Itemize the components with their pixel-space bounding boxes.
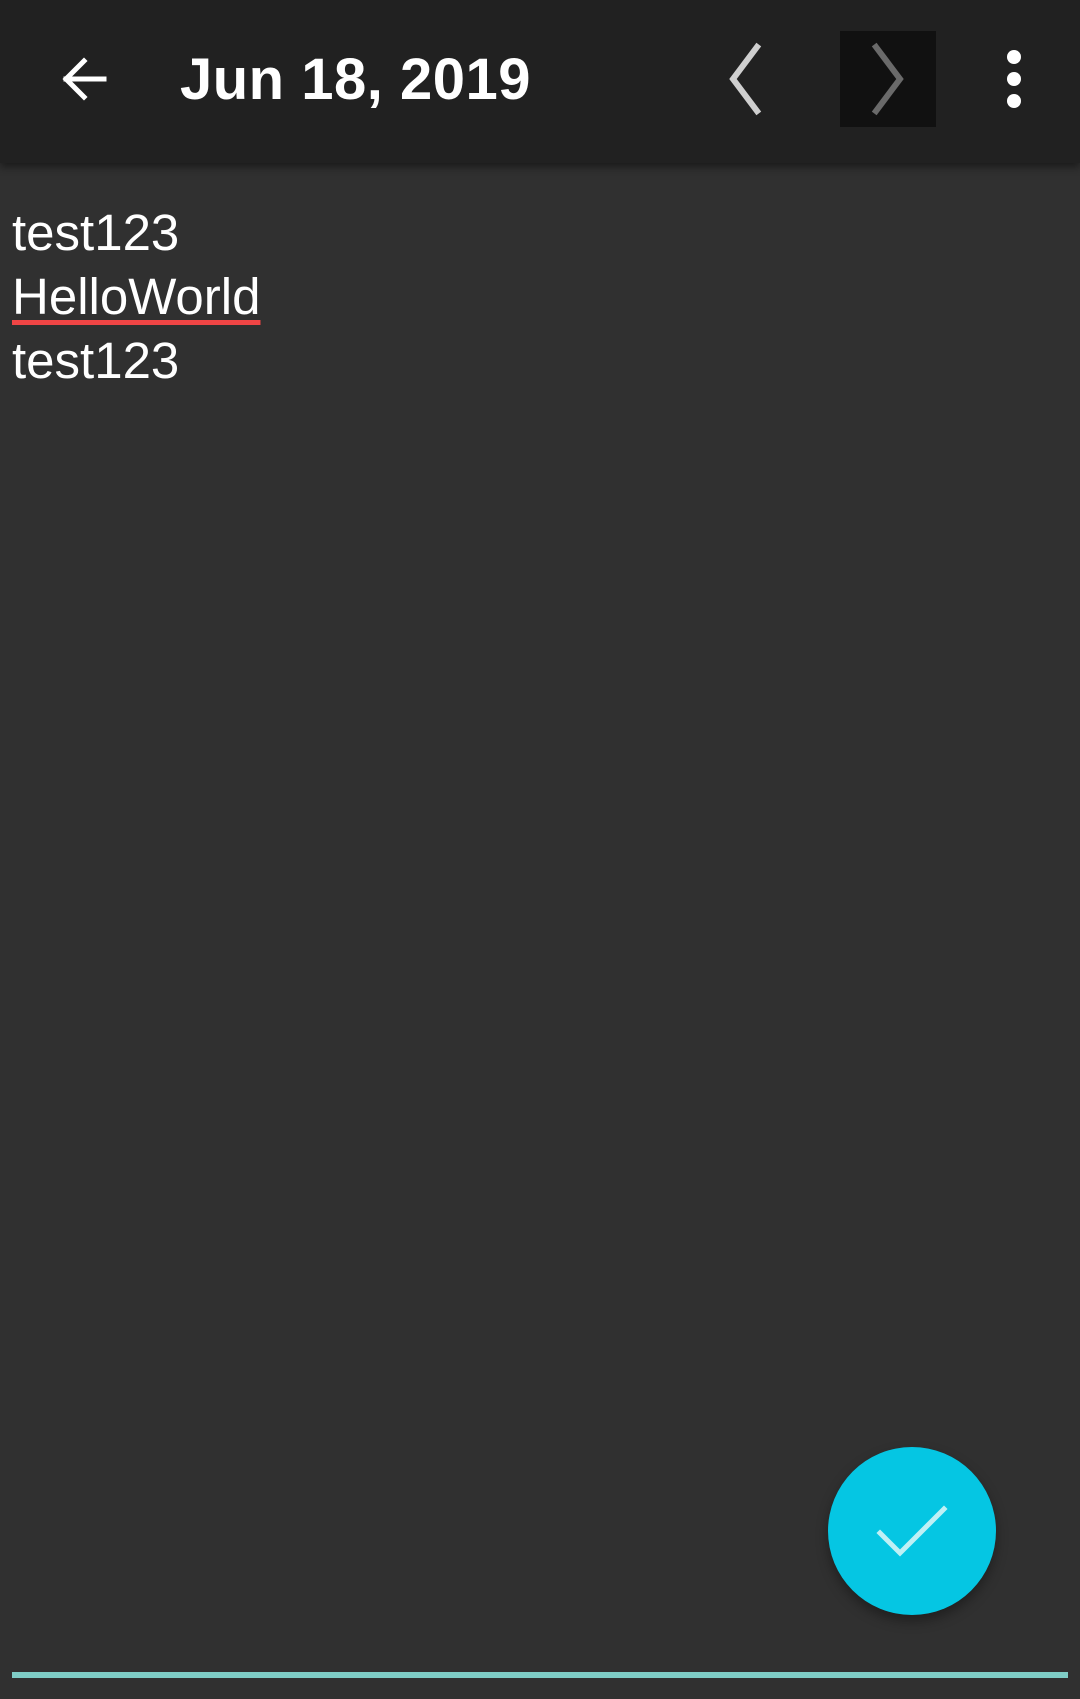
- save-fab-button[interactable]: [828, 1447, 996, 1615]
- next-note-button[interactable]: [840, 31, 936, 127]
- chevron-right-icon: [871, 42, 904, 116]
- top-app-bar: Jun 18, 2019: [0, 0, 1080, 163]
- note-line: test123: [12, 332, 180, 389]
- check-icon: [876, 1505, 948, 1557]
- back-button[interactable]: [36, 31, 132, 127]
- note-text-editor[interactable]: test123 HelloWorld test123: [0, 163, 1080, 1663]
- text-field-underline: [12, 1672, 1068, 1678]
- note-line: test123: [12, 204, 180, 261]
- chevron-left-icon: [729, 42, 762, 116]
- note-line-misspelled: HelloWorld: [12, 268, 261, 325]
- more-vert-icon: [1007, 50, 1021, 108]
- arrow-left-icon: [62, 57, 107, 101]
- note-editor-screen: Jun 18, 2019 test123 HelloWorld test123: [0, 0, 1080, 1699]
- page-title: Jun 18, 2019: [180, 47, 531, 112]
- previous-note-button[interactable]: [697, 31, 793, 127]
- more-options-button[interactable]: [966, 31, 1062, 127]
